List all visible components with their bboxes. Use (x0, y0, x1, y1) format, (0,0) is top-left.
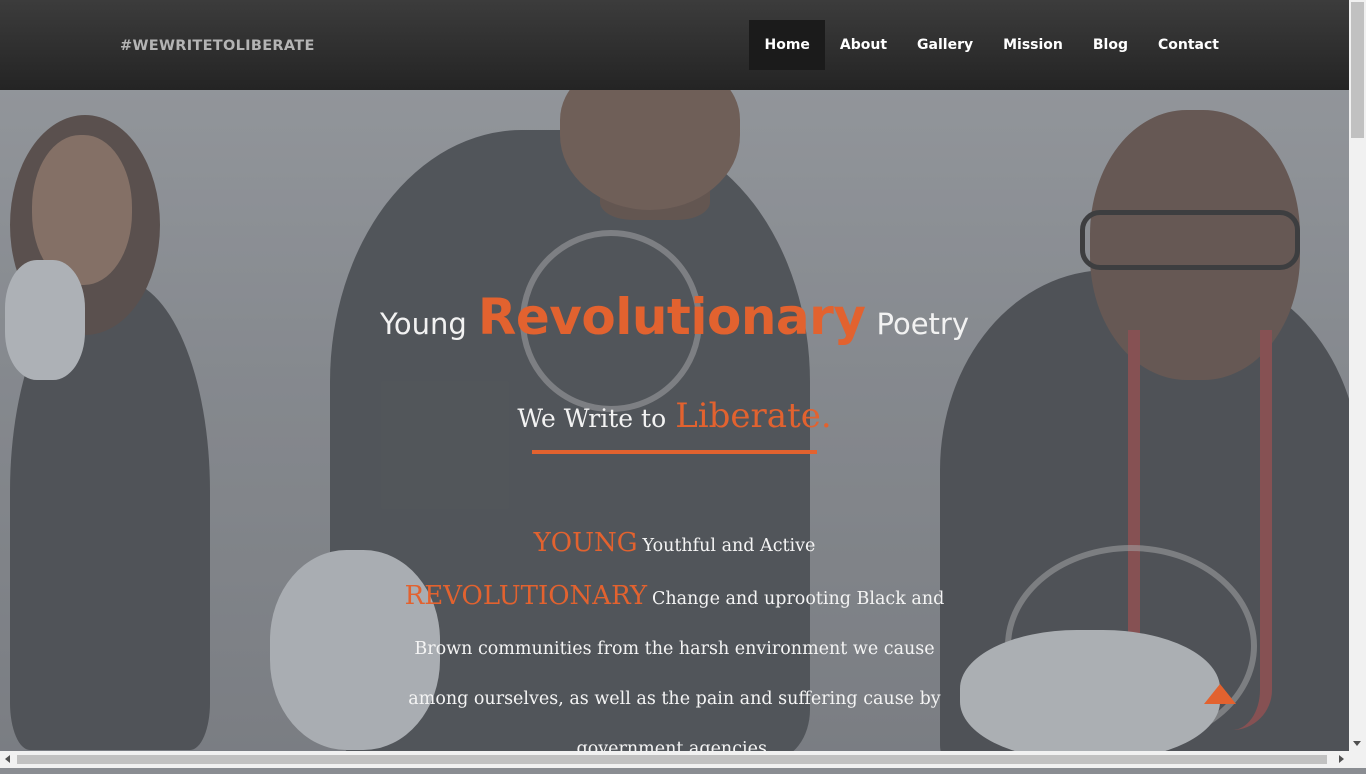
headline-revolutionary: Revolutionary (477, 288, 866, 346)
definition-text: Youthful and Active (642, 536, 816, 556)
horizontal-scroll-thumb[interactable] (17, 755, 1327, 764)
hero-tagline: We Write to Liberate. (0, 396, 1349, 436)
nav-home[interactable]: Home (749, 20, 825, 70)
vertical-scroll-thumb[interactable] (1351, 2, 1364, 138)
definition-young: YOUNG Youthful and Active (400, 518, 949, 571)
triangle-up-icon[interactable] (1204, 684, 1236, 704)
horizontal-scrollbar[interactable] (0, 751, 1366, 768)
scroll-down-arrow-icon[interactable] (1353, 741, 1361, 746)
top-navbar: #WEWRITETOLIBERATE Home About Gallery Mi… (0, 0, 1349, 90)
tagline-underline (532, 450, 817, 454)
definitions-block: YOUNG Youthful and Active REVOLUTIONARY Ch… (400, 518, 949, 774)
tagline-text: We Write to (517, 404, 667, 433)
brand-hashtag[interactable]: #WEWRITETOLIBERATE (120, 38, 315, 54)
nav-mission[interactable]: Mission (988, 20, 1078, 70)
nav-blog[interactable]: Blog (1078, 20, 1143, 70)
headline-young: Young (379, 307, 467, 341)
definition-text: Change and uprooting Black and Brown com… (408, 589, 945, 759)
nav-about[interactable]: About (825, 20, 902, 70)
tagline-liberate: Liberate. (675, 396, 832, 436)
vertical-scrollbar[interactable] (1349, 0, 1366, 751)
scroll-left-arrow-icon[interactable] (5, 755, 10, 763)
definition-term: YOUNG (533, 528, 638, 558)
hero-headline: Young Revolutionary Poetry (0, 288, 1349, 346)
headline-poetry: Poetry (876, 307, 970, 341)
definition-revolutionary: REVOLUTIONARY Change and uprooting Black … (400, 571, 949, 774)
definition-term: REVOLUTIONARY (404, 581, 648, 611)
scroll-right-arrow-icon[interactable] (1339, 755, 1344, 763)
nav-gallery[interactable]: Gallery (902, 20, 988, 70)
main-nav: Home About Gallery Mission Blog Contact (749, 20, 1234, 70)
nav-contact[interactable]: Contact (1143, 20, 1234, 70)
